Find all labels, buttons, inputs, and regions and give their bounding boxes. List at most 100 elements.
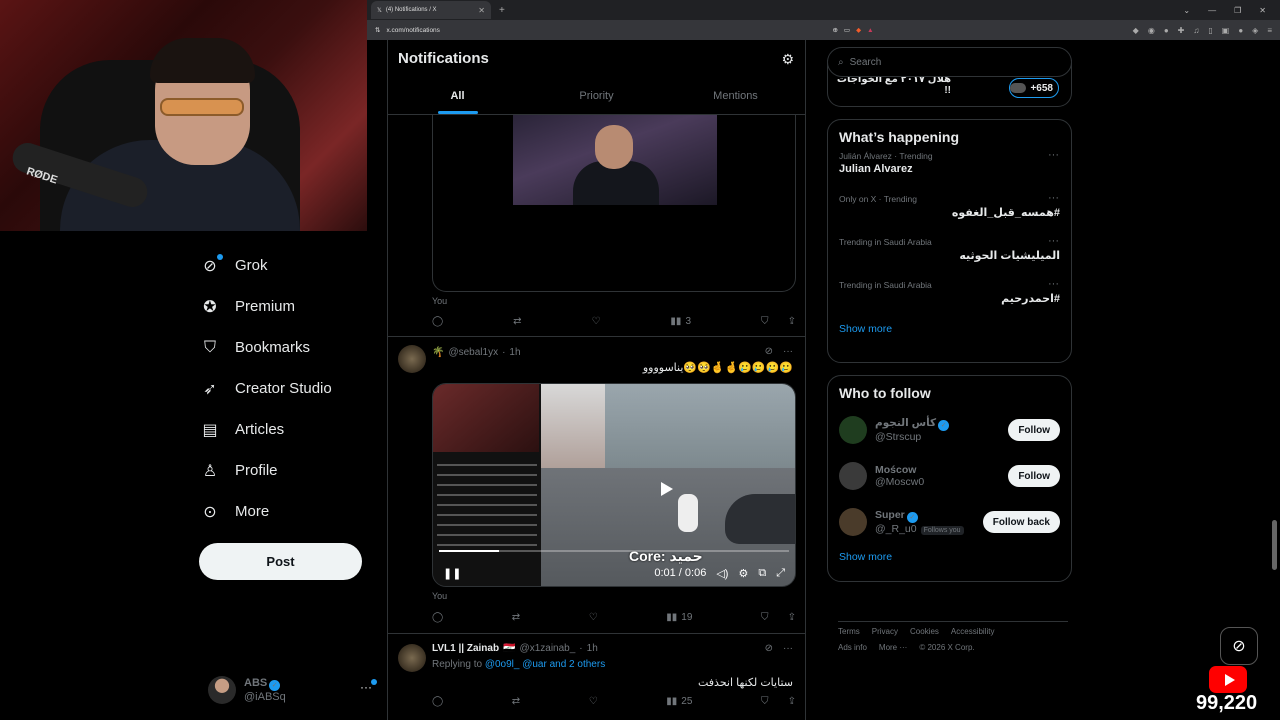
grok-icon[interactable]: ⊘ — [765, 346, 773, 357]
grok-float-button[interactable]: ⊘ — [1220, 627, 1258, 665]
tab-priority[interactable]: Priority — [527, 78, 666, 114]
video-player[interactable]: Core: حميد ❚❚ 0:01 / 0:06 ◁) ⚙ ⧉ ⤢ — [432, 383, 796, 587]
avatar[interactable] — [839, 508, 867, 536]
views-stat[interactable]: ▮▮ 19 — [666, 612, 692, 623]
repost-icon[interactable]: ⇄ — [513, 316, 521, 327]
volume-icon[interactable]: ◁) — [716, 567, 728, 580]
more-icon[interactable]: ··· — [1048, 278, 1059, 290]
follow-suggestion[interactable]: Super ✓ @_R_u0 Follows you Follow back — [828, 499, 1071, 545]
trend-item[interactable]: Trending in Saudi Arabia #احمدرحيم ··· — [828, 274, 1071, 317]
nav-item-articles[interactable]: ▤ Articles — [200, 409, 370, 450]
footer-link-accessibility[interactable]: Accessibility — [951, 627, 995, 636]
listener-count-pill[interactable]: +658 — [1009, 78, 1059, 98]
notification-post[interactable]: You ◯ ⇄ ♡ ▮▮ 3 ⛉ ⇪ — [388, 115, 805, 337]
new-tab-icon[interactable]: + — [499, 5, 505, 16]
post-media[interactable] — [432, 115, 796, 292]
more-icon[interactable]: ··· — [783, 346, 793, 357]
site-settings-icon[interactable]: ⇅ — [375, 26, 380, 34]
url-field[interactable]: x.com/notifications — [386, 27, 826, 34]
media-icon[interactable]: ♫ — [1193, 26, 1199, 35]
post-author-name[interactable]: LVL1 || Zainab — [432, 643, 499, 654]
search-input[interactable]: ⌕ Search — [827, 47, 1072, 77]
repost-icon[interactable]: ⇄ — [512, 696, 520, 707]
views-stat[interactable]: ▮▮ 3 — [670, 316, 691, 327]
gear-icon[interactable]: ⚙ — [781, 51, 794, 68]
footer-link-more[interactable]: More ··· — [879, 643, 907, 652]
notification-post[interactable]: LVL1 || Zainab 🇮🇶 @x1zainab_ · 1h ⊘ ··· … — [388, 634, 805, 720]
repost-icon[interactable]: ⇄ — [512, 612, 520, 623]
avatar[interactable] — [839, 416, 867, 444]
fullscreen-icon[interactable]: ⤢ — [776, 567, 785, 580]
extension-icon[interactable]: ● — [1164, 26, 1169, 35]
cast-icon[interactable]: ▭ — [844, 26, 850, 34]
brave-shield-icon[interactable]: ◆ — [856, 26, 861, 34]
pause-icon[interactable]: ❚❚ — [443, 567, 461, 580]
views-stat[interactable]: ▮▮ 25 — [666, 696, 692, 707]
footer-link-terms[interactable]: Terms — [838, 627, 860, 636]
zoom-icon[interactable]: ⊕ — [832, 26, 837, 34]
tab-close-icon[interactable]: ✕ — [478, 6, 485, 15]
more-icon[interactable]: ··· — [1048, 149, 1059, 161]
brave-rewards-icon[interactable]: ▲ — [867, 27, 873, 34]
close-window-icon[interactable]: ✕ — [1259, 6, 1266, 15]
pip-icon[interactable]: ⧉ — [758, 567, 766, 580]
account-switcher[interactable]: ABS ✓ @iABSq — [208, 672, 378, 708]
post-handle[interactable]: @x1zainab_ — [520, 643, 576, 654]
avatar[interactable] — [398, 345, 426, 373]
follow-button[interactable]: Follow back — [982, 511, 1060, 533]
video-progress-bar[interactable] — [439, 550, 789, 552]
footer-link-ads[interactable]: Ads info — [838, 643, 867, 652]
more-icon[interactable]: ··· — [1048, 235, 1059, 247]
puzzle-icon[interactable]: ✚ — [1178, 26, 1185, 35]
like-icon[interactable]: ♡ — [592, 316, 601, 327]
nav-item-grok[interactable]: ⊘ Grok — [200, 245, 370, 286]
trends-show-more[interactable]: Show more — [828, 323, 1071, 335]
menu-icon[interactable]: ≡ — [1267, 26, 1272, 35]
chevron-down-icon[interactable]: ⌄ — [1183, 6, 1190, 15]
nav-item-profile[interactable]: ♙ Profile — [200, 450, 370, 491]
footer-link-privacy[interactable]: Privacy — [872, 627, 898, 636]
minimize-icon[interactable]: — — [1208, 6, 1216, 15]
more-icon[interactable]: ··· — [783, 643, 793, 654]
like-icon[interactable]: ♡ — [589, 612, 598, 623]
nav-item-premium[interactable]: ✪ Premium — [200, 286, 370, 327]
reply-icon[interactable]: ◯ — [432, 696, 443, 707]
nav-item-creator-studio[interactable]: ➶ Creator Studio — [200, 368, 370, 409]
sidebar-icon[interactable]: ▯ — [1208, 26, 1212, 35]
extension-icon[interactable]: ◆ — [1133, 26, 1139, 35]
settings-icon[interactable]: ⚙ — [738, 567, 748, 580]
share-icon[interactable]: ⇪ — [788, 612, 796, 623]
post-time[interactable]: 1h — [509, 347, 520, 358]
reply-icon[interactable]: ◯ — [432, 316, 443, 327]
nav-item-more[interactable]: ⊙ More — [200, 491, 370, 532]
vpn-icon[interactable]: ◈ — [1252, 26, 1258, 35]
wallet-icon[interactable]: ▣ — [1222, 26, 1230, 35]
post-handle[interactable]: @sebal1yx — [448, 347, 498, 358]
play-icon[interactable] — [661, 482, 673, 496]
nav-item-bookmarks[interactable]: ⛉ Bookmarks — [200, 327, 370, 368]
video-thumbnail[interactable] — [513, 115, 717, 205]
restore-icon[interactable]: ❐ — [1234, 6, 1241, 15]
reply-targets-link[interactable]: @0o9l_ @uar and 2 others — [485, 659, 605, 670]
reply-icon[interactable]: ◯ — [432, 612, 443, 623]
trend-item[interactable]: Trending in Saudi Arabia الميليشيات الحوث… — [828, 231, 1071, 274]
follow-suggestion[interactable]: كأس النجوم ✓ @Strscup Follow — [828, 407, 1071, 453]
follow-button[interactable]: Follow — [1008, 465, 1060, 487]
like-icon[interactable]: ♡ — [589, 696, 598, 707]
post-time[interactable]: 1h — [587, 643, 598, 654]
share-icon[interactable]: ⇪ — [788, 696, 796, 707]
notification-post[interactable]: 🌴 @sebal1yx · 1h ⊘ ··· يناسوووو🥺🥺🤞🤞🥲🥲🥲🥲 … — [388, 337, 805, 634]
grok-icon[interactable]: ⊘ — [765, 643, 773, 654]
bookmark-icon[interactable]: ⛉ — [761, 696, 769, 707]
page-scrollbar[interactable] — [1272, 520, 1277, 570]
avatar[interactable] — [398, 644, 426, 672]
post-button[interactable]: Post — [199, 543, 362, 580]
follow-show-more[interactable]: Show more — [828, 551, 1071, 563]
follow-suggestion[interactable]: Moścow @Moscw0 Follow — [828, 453, 1071, 499]
tab-mentions[interactable]: Mentions — [666, 78, 805, 114]
share-icon[interactable]: ⇪ — [788, 316, 796, 327]
more-icon[interactable]: ··· — [1048, 192, 1059, 204]
follow-button[interactable]: Follow — [1008, 419, 1060, 441]
trend-item[interactable]: Only on X · Trending #همسه_قبل_الغفوه ··· — [828, 188, 1071, 231]
trend-item[interactable]: Julián Álvarez · Trending Julian Alvarez ·… — [828, 145, 1071, 188]
